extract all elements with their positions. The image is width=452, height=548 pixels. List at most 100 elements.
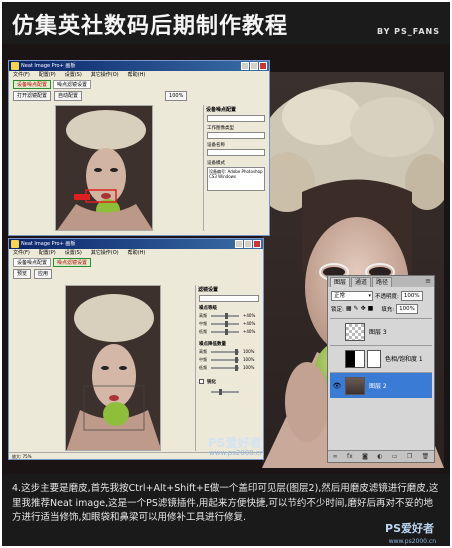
open-profile-button[interactable]: 打开滤镜配置: [13, 91, 52, 101]
tab-channels[interactable]: 通道: [351, 277, 372, 287]
lock-position-icon[interactable]: ✥: [361, 305, 366, 312]
reduction-mid-slider[interactable]: 中频 100%: [199, 357, 261, 363]
tab-device-noise-profile[interactable]: 设备噪点配置: [13, 80, 52, 89]
window-titlebar[interactable]: Neat Image Pro+ 画板: [9, 239, 263, 249]
app-icon: [11, 240, 19, 248]
image-type-select[interactable]: [207, 132, 265, 139]
menu-other[interactable]: 其它操作(O): [91, 71, 119, 79]
visibility-toggle[interactable]: [332, 354, 342, 364]
profile-select[interactable]: [207, 115, 265, 122]
noise-reduction-heading: 噪点降低数量: [199, 342, 226, 347]
close-icon[interactable]: [259, 62, 267, 70]
device-info-box[interactable]: 设备编号: Adobe Photoshop CS3 Windows: [207, 167, 265, 191]
footer-url: www.ps2000.cn: [388, 538, 436, 545]
layer-name: 图层 3: [369, 329, 387, 336]
window-titlebar[interactable]: Neat Image Pro+ 画板: [9, 61, 269, 71]
tab-noise-filter-settings[interactable]: 噪点滤镜设置: [53, 80, 92, 89]
filter-preset-select[interactable]: [199, 295, 259, 302]
header-bar: 仿集英社数码后期制作教程 BY PS_FANS: [2, 2, 450, 44]
mask-icon[interactable]: ◙: [362, 453, 368, 460]
neat-image-window-bottom: Neat Image Pro+ 画板 文件(F) 配置(P) 设置(S) 其它操…: [8, 238, 264, 460]
new-layer-icon[interactable]: ❐: [407, 453, 412, 460]
menu-bar: 文件(F) 配置(P) 设置(S) 其它操作(O) 帮助(H): [9, 71, 269, 79]
lock-row: 锁定: ▦ ✎ ✥ ■ 填充: 100%: [331, 303, 419, 314]
auto-profile-button[interactable]: 自动配置: [54, 91, 83, 101]
menu-help[interactable]: 帮助(H): [128, 249, 146, 257]
menu-help[interactable]: 帮助(H): [128, 71, 146, 79]
chevron-down-icon: ▾: [368, 292, 371, 299]
apply-button[interactable]: 应用: [34, 269, 53, 279]
minimize-icon[interactable]: [235, 240, 243, 248]
zoom-level[interactable]: 100%: [165, 91, 188, 101]
image-canvas-bottom[interactable]: [65, 285, 161, 451]
window-title: Neat Image Pro+ 画板: [21, 63, 76, 69]
panel-title: 滤镜设置: [198, 287, 219, 293]
menu-profile[interactable]: 配置(P): [39, 249, 56, 257]
noise-level-high-slider[interactable]: 高频 +40%: [199, 313, 261, 319]
opacity-input[interactable]: 100%: [400, 290, 423, 301]
tab-device-noise-profile[interactable]: 设备噪点配置: [13, 258, 52, 267]
menu-other[interactable]: 其它操作(O): [91, 249, 119, 257]
menu-settings[interactable]: 设置(S): [65, 71, 82, 79]
tab-noise-filter-settings[interactable]: 噪点滤镜设置: [53, 258, 92, 267]
tab-bar: 设备噪点配置 噪点滤镜设置: [9, 257, 263, 268]
watermark-url: www.ps2000.cn: [209, 449, 265, 457]
maximize-icon[interactable]: [250, 62, 258, 70]
visibility-toggle[interactable]: [332, 327, 342, 337]
menu-file[interactable]: 文件(F): [13, 249, 30, 257]
noise-level-low-slider[interactable]: 低频 +40%: [199, 329, 261, 335]
fill-input[interactable]: 100%: [396, 303, 419, 314]
layer-thumbnail: [345, 376, 365, 395]
link-icon[interactable]: ∞: [333, 453, 338, 460]
workspace-screenshot: Neat Image Pro+ 画板 文件(F) 配置(P) 设置(S) 其它操…: [2, 44, 450, 474]
menu-settings[interactable]: 设置(S): [65, 249, 82, 257]
toolbar: 预览 应用: [9, 268, 263, 280]
reduction-high-slider[interactable]: 高频 100%: [199, 349, 261, 355]
lock-transparency-icon[interactable]: ▦: [346, 305, 352, 312]
description-text: 4.这步主要是磨皮,首先我按Ctrl+Alt+Shift+E做一个盖印可见层(图…: [12, 483, 439, 523]
panel-menu-icon[interactable]: ≡: [425, 277, 431, 285]
neat-image-window-top: Neat Image Pro+ 画板 文件(F) 配置(P) 设置(S) 其它操…: [8, 60, 270, 236]
layer-thumbnail: [345, 322, 365, 341]
fill-label: 填充:: [381, 306, 395, 313]
reduction-low-slider[interactable]: 低频 100%: [199, 365, 261, 371]
tab-layers[interactable]: 图层: [330, 277, 351, 287]
folder-icon[interactable]: ▭: [392, 453, 398, 460]
sharpen-slider[interactable]: [199, 389, 261, 395]
window-controls: [241, 62, 267, 70]
adjustment-icon[interactable]: ◐: [377, 453, 382, 460]
image-canvas-top[interactable]: [55, 105, 153, 231]
lock-label: 锁定:: [331, 306, 344, 313]
layers-panel-tabs: 图层 通道 路径: [328, 276, 434, 287]
layers-panel: 图层 通道 路径 ≡ 正常 ▾ 不透明度: 100% 锁定: ▦ ✎ ✥ ■ 填充…: [327, 275, 435, 463]
sharpen-checkbox[interactable]: [199, 379, 204, 384]
toolbar: 打开滤镜配置 自动配置 100%: [9, 90, 269, 102]
tab-paths[interactable]: 路径: [372, 277, 393, 287]
adjustment-thumbnail: [345, 349, 365, 368]
window-title: Neat Image Pro+ 画板: [21, 241, 76, 247]
eye-icon[interactable]: 👁: [332, 381, 342, 391]
layer-row-3[interactable]: 图层 3: [330, 318, 432, 344]
trash-icon[interactable]: 🗑: [422, 453, 430, 460]
device-name-input[interactable]: [207, 149, 265, 156]
minimize-icon[interactable]: [241, 62, 249, 70]
sharpen-heading: 锐化: [207, 380, 216, 385]
lock-all-icon[interactable]: ■: [368, 305, 374, 312]
mask-thumbnail: [367, 349, 381, 368]
preview-button[interactable]: 预览: [13, 269, 32, 279]
opacity-label: 不透明度:: [375, 293, 399, 300]
lock-pixels-icon[interactable]: ✎: [354, 305, 359, 312]
device-profile-panel: 设备噪点配置 工作图像类型 设备名称 设备模式 设备编号: Adobe Phot…: [203, 105, 269, 231]
fx-icon[interactable]: fx: [347, 453, 353, 460]
close-icon[interactable]: [253, 240, 261, 248]
author-credit: BY PS_FANS: [376, 27, 440, 36]
maximize-icon[interactable]: [244, 240, 252, 248]
layer-row-hue-saturation[interactable]: 色相/饱和度 1: [330, 345, 432, 371]
tab-bar: 设备噪点配置 噪点滤镜设置: [9, 79, 269, 90]
window-controls: [235, 240, 261, 248]
blend-mode-select[interactable]: 正常 ▾: [331, 290, 373, 301]
menu-profile[interactable]: 配置(P): [39, 71, 56, 79]
noise-level-mid-slider[interactable]: 中频 +40%: [199, 321, 261, 327]
layer-row-2[interactable]: 👁 图层 2: [330, 372, 432, 398]
menu-file[interactable]: 文件(F): [13, 71, 30, 79]
